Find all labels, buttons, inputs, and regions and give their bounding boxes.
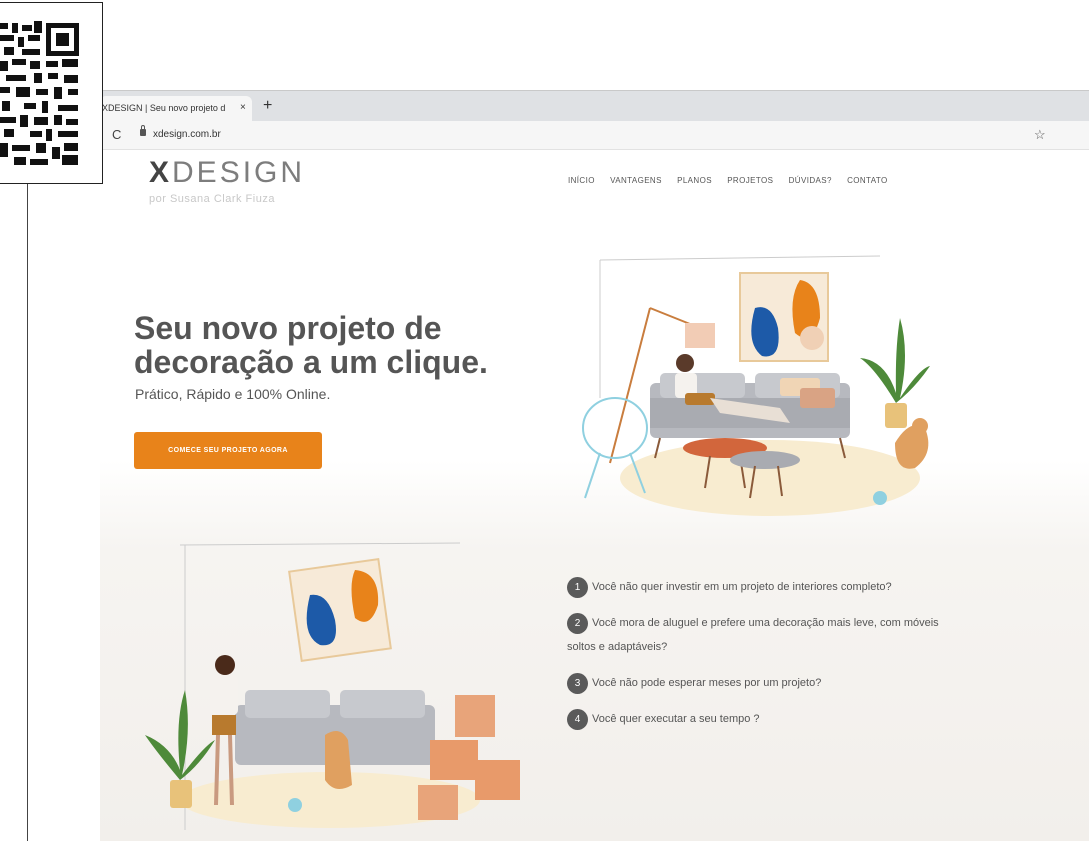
number-badge: 3 [567, 672, 588, 694]
qr-code [0, 2, 103, 184]
nav-item-planos[interactable]: PLANOS [677, 176, 712, 185]
faq-text: Você quer executar a seu tempo ? [592, 713, 760, 725]
faq-list: 1 Você não quer investir em um projeto de… [567, 575, 967, 743]
star-icon[interactable]: ☆ [1034, 127, 1046, 143]
living-room-illustration [582, 255, 930, 516]
number-badge: 1 [567, 576, 588, 598]
logo-x: X [149, 156, 173, 189]
nav-item-contato[interactable]: CONTATO [847, 176, 888, 185]
plus-icon[interactable]: + [263, 98, 272, 114]
address-bar: C xdesign.com.br ☆ [100, 121, 1089, 150]
faq-text: Você não pode esperar meses por um proje… [592, 677, 822, 689]
logo-text: DESIGN [172, 156, 306, 189]
nav-item-duvidas[interactable]: DÚVIDAS? [789, 176, 832, 185]
tab-bar: XDESIGN | Seu novo projeto d × + [100, 90, 1089, 122]
list-item: 2 Você mora de aluguel e prefere uma deco… [567, 611, 967, 659]
browser-window: XDESIGN | Seu novo projeto d × + C xdesi… [100, 90, 1089, 841]
reload-icon[interactable]: C [112, 127, 121, 142]
logo-subtitle: por Susana Clark Fiuza [149, 193, 275, 205]
nav-item-projetos[interactable]: PROJETOS [727, 176, 773, 185]
number-badge: 4 [567, 708, 588, 730]
browser-tab[interactable]: XDESIGN | Seu novo projeto d × [100, 96, 252, 122]
lock-icon [140, 125, 146, 136]
tab-title: XDESIGN | Seu novo projeto d [102, 103, 226, 113]
start-project-button[interactable]: COMECE SEU PROJETO AGORA [134, 432, 322, 469]
page-content: Seu novo projeto de decoração a um cliqu… [100, 220, 1089, 841]
main-nav: INÍCIO VANTAGENS PLANOS PROJETOS DÚVIDAS… [568, 176, 901, 185]
list-item: 3 Você não pode esperar meses por um proj… [567, 671, 967, 695]
hero-title: Seu novo projeto de decoração a um cliqu… [134, 310, 488, 380]
moving-room-illustration [145, 542, 520, 830]
number-badge: 2 [567, 612, 588, 634]
url-field[interactable]: xdesign.com.br [153, 129, 221, 140]
faq-text: Você não quer investir em um projeto de … [592, 581, 892, 593]
nav-item-inicio[interactable]: INÍCIO [568, 176, 595, 185]
site-logo[interactable]: XDESIGN [149, 156, 305, 190]
qr-code-icon [0, 21, 79, 165]
list-item: 4 Você quer executar a seu tempo ? [567, 707, 967, 731]
faq-text: Você mora de aluguel e prefere uma decor… [567, 617, 939, 653]
page-frame-line [27, 180, 28, 841]
close-icon[interactable]: × [240, 102, 246, 113]
hero-subtitle: Prático, Rápido e 100% Online. [135, 386, 331, 402]
nav-item-vantagens[interactable]: VANTAGENS [610, 176, 662, 185]
list-item: 1 Você não quer investir em um projeto de… [567, 575, 967, 599]
